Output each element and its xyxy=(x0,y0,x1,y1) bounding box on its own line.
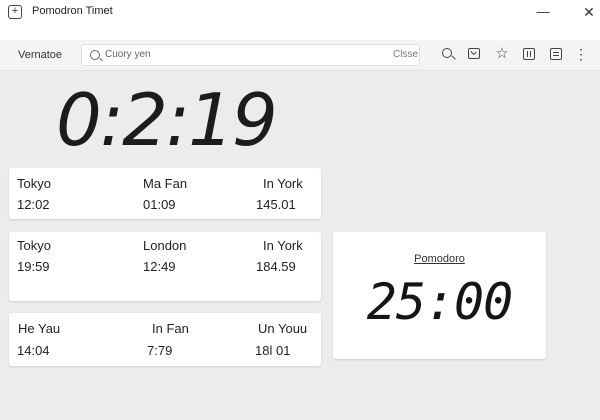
toolbar: Vernatoe Cuory yen Clsse ☆ ⋮ xyxy=(0,40,600,71)
search-icon[interactable] xyxy=(440,46,456,62)
city-name: He Yau xyxy=(18,321,61,336)
city-name: In York xyxy=(263,176,303,191)
city-time: 7:79 xyxy=(147,343,173,358)
search-input-value[interactable]: Cuory yen xyxy=(105,49,151,60)
city-time: 19:59 xyxy=(17,259,50,274)
minimize-button[interactable]: — xyxy=(532,3,554,21)
world-clock-card[interactable]: Tokyo London In York 19:59 12:49 184.59 xyxy=(9,232,321,301)
more-vertical-icon[interactable]: ⋮ xyxy=(573,46,589,62)
window-title: Pomodron Timet xyxy=(32,5,113,17)
pomodoro-time: 25:00 xyxy=(366,273,514,331)
city-name: Un Youu xyxy=(258,321,308,336)
main-clock-time: 0:2:19 xyxy=(56,78,278,162)
city-name: Ma Fan xyxy=(143,176,188,191)
inbox-check-icon[interactable] xyxy=(466,46,482,62)
city-time: 14:04 xyxy=(17,343,50,358)
city-time: 18l 01 xyxy=(255,343,291,358)
panel-icon[interactable] xyxy=(548,46,564,62)
city-name: Tokyo xyxy=(17,176,51,191)
city-name: London xyxy=(143,238,187,253)
world-clock-card[interactable]: He Yau In Fan Un Youu 14:04 7:79 18l 01 xyxy=(9,313,321,366)
close-button[interactable]: ✕ xyxy=(578,3,600,21)
search-icon xyxy=(90,50,100,60)
city-time: 12:02 xyxy=(17,197,50,212)
app-icon: + xyxy=(8,5,22,19)
search-close-button[interactable]: Clsse xyxy=(393,49,418,60)
toolbar-label[interactable]: Vernatoe xyxy=(18,49,62,61)
city-name: In York xyxy=(263,238,303,253)
search-input[interactable]: Cuory yen Clsse xyxy=(81,44,420,66)
pomodoro-label[interactable]: Pomodoro xyxy=(333,253,546,265)
title-bar: + Pomodron Timet — ✕ xyxy=(0,0,600,40)
city-name: In Fan xyxy=(152,321,189,336)
columns-icon[interactable] xyxy=(521,46,537,62)
star-icon[interactable]: ☆ xyxy=(494,46,510,62)
city-time: 184.59 xyxy=(256,259,296,274)
pomodoro-card[interactable]: Pomodoro 25:00 xyxy=(333,232,546,359)
city-time: 12:49 xyxy=(143,259,176,274)
city-time: 145.01 xyxy=(256,197,296,212)
world-clock-card[interactable]: Tokyo Ma Fan In York 12:02 01:09 145.01 xyxy=(9,168,321,219)
city-time: 01:09 xyxy=(143,197,176,212)
city-name: Tokyo xyxy=(17,238,51,253)
